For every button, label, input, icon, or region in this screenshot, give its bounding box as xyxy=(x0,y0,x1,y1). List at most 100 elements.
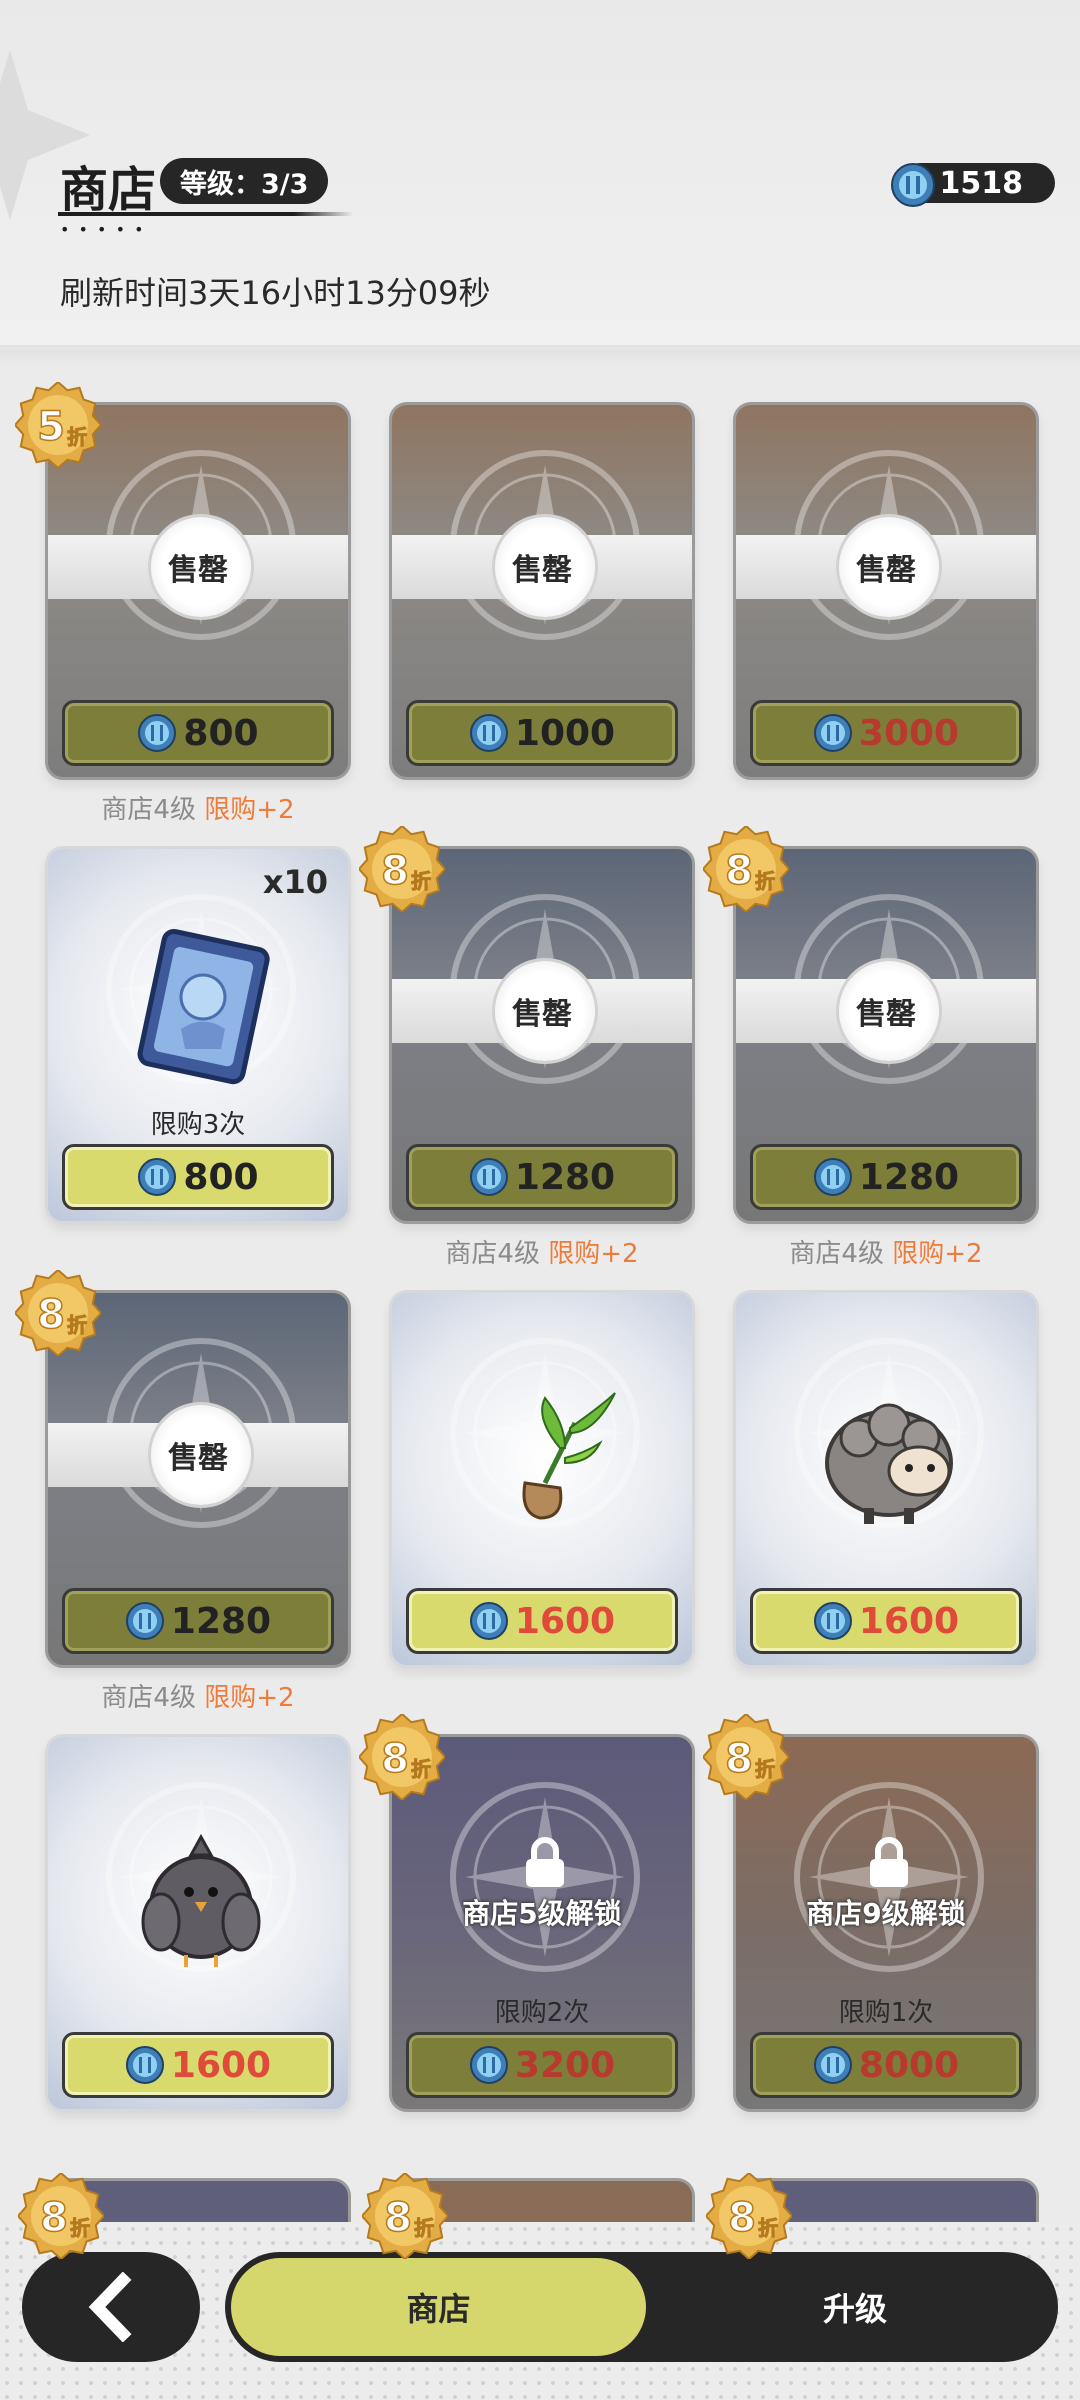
price-value: 1600 xyxy=(858,1600,960,1642)
price-value: 800 xyxy=(183,1156,259,1198)
gem-currency-icon xyxy=(813,714,852,752)
tab-upgrade[interactable]: 升级 xyxy=(690,2258,1020,2356)
discount-badge-icon: 8 折 xyxy=(703,1714,789,1800)
shop-item-card[interactable]: 1600 xyxy=(45,1734,351,2112)
price-button[interactable]: 3200 xyxy=(406,2032,678,2098)
note-limit-bonus: 限购+2 xyxy=(204,1683,295,1713)
shop-level-badge: 等级：3/3 xyxy=(160,158,329,204)
gem-currency-icon xyxy=(813,2046,852,2084)
shop-item-cell: 限购2次 商店5级解锁 3200 8 折 xyxy=(359,1714,695,2178)
upgrade-note: 商店4级 限购+2 xyxy=(45,1677,351,1714)
discount-suffix: 折 xyxy=(70,2216,90,2240)
lock-icon xyxy=(870,1837,908,1887)
gem-currency-icon xyxy=(469,1158,508,1196)
shop-item-cell: x10 限购3次 800 xyxy=(45,846,351,1290)
discount-value: 8 xyxy=(725,848,753,894)
price-button[interactable]: 800 xyxy=(62,700,334,766)
price-button[interactable]: 1000 xyxy=(406,700,678,766)
price-button[interactable]: 1280 xyxy=(750,1144,1022,1210)
shop-item-card-partial[interactable]: 8 折 xyxy=(18,2173,351,2259)
back-button[interactable] xyxy=(22,2252,200,2362)
price-button[interactable]: 1600 xyxy=(62,2032,334,2098)
note-level: 商店4级 xyxy=(101,1683,196,1713)
lock-icon xyxy=(526,1837,564,1887)
discount-value: 8 xyxy=(381,848,409,894)
purchase-limit: 限购2次 xyxy=(494,1998,590,2028)
discount-suffix: 折 xyxy=(67,1313,87,1337)
price-value: 1280 xyxy=(514,1156,616,1198)
gem-currency-icon xyxy=(138,1158,177,1196)
price-button[interactable]: 1280 xyxy=(62,1588,334,1654)
title-underline xyxy=(58,212,353,216)
discount-badge-icon: 8 折 xyxy=(706,2173,792,2259)
discount-badge-icon: 8 折 xyxy=(359,826,445,912)
price-value: 800 xyxy=(183,712,259,754)
note-level: 商店4级 xyxy=(101,795,196,825)
shop-item-card[interactable]: x10 限购3次 800 xyxy=(45,846,351,1224)
discount-badge-icon: 5 折 xyxy=(15,382,101,468)
shop-item-cell: 1600 xyxy=(389,1290,695,1734)
price-value: 1600 xyxy=(170,2044,272,2086)
price-value: 3200 xyxy=(514,2044,616,2086)
gem-currency-icon xyxy=(469,714,508,752)
price-button[interactable]: 1280 xyxy=(406,1144,678,1210)
discount-badge-icon: 8 折 xyxy=(18,2173,104,2259)
price-button[interactable]: 8000 xyxy=(750,2032,1022,2098)
discount-badge-icon: 8 折 xyxy=(15,1270,101,1356)
discount-suffix: 折 xyxy=(411,869,431,893)
note-level: 商店4级 xyxy=(789,1239,884,1269)
sheep-icon xyxy=(825,1403,953,1524)
discount-badge-icon: 8 折 xyxy=(362,2173,448,2259)
gem-currency-icon xyxy=(469,1602,508,1640)
discount-suffix: 折 xyxy=(758,2216,778,2240)
sold-out-label: 售罄 xyxy=(856,997,916,1032)
purchase-limit: 限购1次 xyxy=(838,1998,934,2028)
sold-out-label: 售罄 xyxy=(168,553,228,588)
page-title: 商店 xyxy=(60,162,157,218)
price-value: 1280 xyxy=(858,1156,960,1198)
sapling-icon xyxy=(522,1392,616,1520)
purchase-limit: 限购3次 xyxy=(150,1110,246,1140)
sold-out-label: 售罄 xyxy=(856,553,916,588)
shop-item-cell: 售罄 800 5 折 商店4级 限购+2 xyxy=(15,382,351,846)
shop-item-grid: 售罄 800 5 折 商店4级 限购+2 售罄 1000 售罄 3000 x10… xyxy=(15,382,1039,2178)
shop-item-card[interactable]: 1600 xyxy=(389,1290,695,1668)
price-button[interactable]: 800 xyxy=(62,1144,334,1210)
discount-value: 8 xyxy=(37,1292,65,1338)
gem-currency-icon xyxy=(138,714,177,752)
sold-out-label: 售罄 xyxy=(512,997,572,1032)
discount-value: 5 xyxy=(37,404,65,450)
shop-header: 商店 • • • • • 等级：3/3 1518 刷新时间3天16小时13分09… xyxy=(0,0,1080,365)
shop-item-card-partial[interactable]: 8 折 xyxy=(706,2173,1039,2259)
price-button[interactable]: 3000 xyxy=(750,700,1022,766)
price-button[interactable]: 1600 xyxy=(406,1588,678,1654)
discount-badge-icon: 8 折 xyxy=(703,826,789,912)
price-value: 1600 xyxy=(514,1600,616,1642)
price-button[interactable]: 1600 xyxy=(750,1588,1022,1654)
price-value: 8000 xyxy=(858,2044,960,2086)
gem-currency-icon xyxy=(813,1602,852,1640)
bird-icon xyxy=(141,1833,261,1967)
note-level: 商店4级 xyxy=(445,1239,540,1269)
item-quantity: x10 xyxy=(262,863,328,901)
shop-item-card[interactable]: 售罄 3000 xyxy=(733,402,1039,780)
title-dots: • • • • • xyxy=(60,220,146,239)
refresh-timer: 刷新时间3天16小时13分09秒 xyxy=(60,274,491,312)
unlock-requirement: 商店5级解锁 xyxy=(462,1897,622,1930)
unlock-requirement: 商店9级解锁 xyxy=(806,1897,966,1930)
discount-suffix: 折 xyxy=(755,869,775,893)
shop-item-card-partial[interactable]: 8 折 xyxy=(362,2173,695,2259)
shop-item-cell: 售罄 1000 xyxy=(389,402,695,846)
upgrade-note: 商店4级 限购+2 xyxy=(733,1233,1039,1270)
shop-item-card[interactable]: 1600 xyxy=(733,1290,1039,1668)
price-value: 3000 xyxy=(858,712,960,754)
gem-currency-icon xyxy=(469,2046,508,2084)
shop-item-card[interactable]: 售罄 1000 xyxy=(389,402,695,780)
currency-amount: 1518 xyxy=(939,165,1024,201)
tab-shop[interactable]: 商店 xyxy=(231,2258,646,2356)
shop-item-cell: 售罄 3000 xyxy=(733,402,1039,846)
shop-item-cell: 1600 xyxy=(733,1290,1039,1734)
discount-value: 8 xyxy=(381,1736,409,1782)
upgrade-note: 商店4级 限购+2 xyxy=(45,789,351,826)
discount-suffix: 折 xyxy=(414,2216,434,2240)
